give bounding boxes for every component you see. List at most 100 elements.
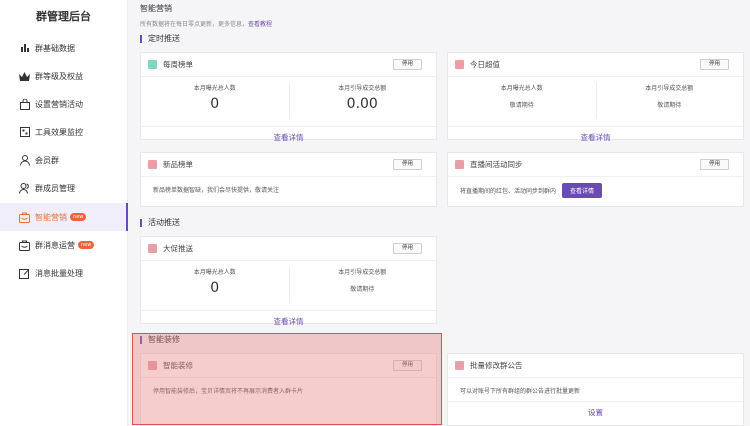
sidebar: 群管理后台 群基础数据 群等级及权益 设置营销活动 工具效果监控 会员群 群成员… bbox=[0, 0, 128, 426]
page-title: 智能营销 bbox=[140, 4, 172, 13]
sidebar-item-member-manage[interactable]: 群成员管理 bbox=[0, 174, 128, 202]
new-badge: new bbox=[70, 213, 87, 221]
card-title: 智能装修 bbox=[163, 361, 193, 370]
card-title: 批量修改群公告 bbox=[470, 361, 523, 370]
page-note-text: 所有数据将在每日零点更新，更多信息， bbox=[140, 21, 249, 28]
app-title: 群管理后台 bbox=[36, 10, 91, 23]
card-header: 今日超值 停用 bbox=[448, 53, 743, 77]
sidebar-item-batch-message[interactable]: 消息批量处理 bbox=[0, 259, 128, 287]
sidebar-item-basic-data[interactable]: 群基础数据 bbox=[0, 34, 128, 62]
card-weekly-ranking: 每周榜单 停用 本月曝光总人数 0 本月引导成交总额 0.00 查看详情 bbox=[140, 52, 437, 142]
card-title: 直播间活动同步 bbox=[470, 160, 523, 169]
main-content: 智能营销 所有数据将在每日零点更新，更多信息，查看教程 定时推送 每周榜单 停用… bbox=[128, 0, 750, 426]
sidebar-item-label: 群基础数据 bbox=[35, 43, 75, 53]
card-today-deals: 今日超值 停用 本月曝光总人数 敬请期待 本月引导成交总额 敬请期待 查看详情 bbox=[447, 52, 744, 142]
monitor-icon bbox=[19, 127, 30, 138]
card-title: 大促推送 bbox=[163, 244, 193, 253]
member-icon bbox=[19, 154, 30, 166]
stat-value: 敬请期待 bbox=[657, 102, 682, 109]
sidebar-item-label: 会员群 bbox=[35, 155, 59, 165]
sidebar-item-level[interactable]: 群等级及权益 bbox=[0, 62, 128, 90]
stat-label: 本月曝光总人数 bbox=[193, 85, 236, 92]
section-title-activity: 活动推送 bbox=[140, 219, 180, 227]
stat-label: 本月曝光总人数 bbox=[500, 85, 543, 92]
stat-value: 0 bbox=[210, 96, 220, 112]
stat-exposure: 本月曝光总人数 0 bbox=[141, 261, 289, 310]
card-header: 大促推送 停用 bbox=[141, 237, 436, 261]
stat-label: 本月引导成交总额 bbox=[645, 85, 694, 92]
sidebar-item-label: 设置营销活动 bbox=[35, 99, 83, 109]
stat-value: 敬请期待 bbox=[509, 102, 534, 109]
card-smart-decor: 智能装修 停用 停用智能装修后，宝贝详情页将不再展示消费者入群卡片 bbox=[140, 353, 437, 426]
stat-label: 本月引导成交总额 bbox=[338, 85, 387, 92]
stat-gmv: 本月引导成交总额 0.00 bbox=[288, 77, 437, 126]
card-description: 新品榜单数据智缺，我们会尽快提供，敬请关注 bbox=[153, 187, 280, 194]
stop-button[interactable]: 停用 bbox=[393, 243, 422, 254]
card-title: 今日超值 bbox=[470, 60, 500, 69]
settings-link[interactable]: 设置 bbox=[448, 402, 743, 424]
users-icon bbox=[19, 182, 30, 194]
stat-gmv: 本月引导成交总额 敬请期待 bbox=[288, 261, 437, 310]
view-details-link[interactable]: 查看详情 bbox=[448, 127, 743, 149]
stop-button[interactable]: 停用 bbox=[700, 159, 729, 170]
sidebar-item-label: 消息批量处理 bbox=[35, 268, 83, 278]
tutorial-link[interactable]: 查看教程 bbox=[248, 21, 272, 28]
card-title: 新品榜单 bbox=[163, 160, 193, 169]
card-title: 每周榜单 bbox=[163, 60, 193, 69]
sidebar-item-label: 群成员管理 bbox=[35, 183, 75, 193]
section-title-smart-decor: 智能装修 bbox=[140, 336, 180, 344]
message-icon bbox=[19, 240, 30, 251]
shopping-bag-icon bbox=[19, 98, 30, 110]
sidebar-item-label: 群等级及权益 bbox=[35, 71, 83, 81]
stop-button[interactable]: 停用 bbox=[393, 360, 422, 371]
card-live-sync: 直播间活动同步 停用 将直播期间的红包、活动同步到群内 查看详情 bbox=[447, 152, 744, 207]
stat-exposure: 本月曝光总人数 0 bbox=[141, 77, 289, 126]
stat-value: 0 bbox=[210, 280, 220, 296]
card-stats: 本月曝光总人数 敬请期待 本月引导成交总额 敬请期待 bbox=[448, 77, 743, 127]
card-color-dot bbox=[148, 361, 157, 370]
stat-exposure: 本月曝光总人数 敬请期待 bbox=[448, 77, 596, 126]
stat-value: 0.00 bbox=[346, 96, 378, 112]
card-big-promo: 大促推送 停用 本月曝光总人数 0 本月引导成交总额 敬请期待 查看详情 bbox=[140, 236, 437, 326]
stop-button[interactable]: 停用 bbox=[393, 159, 422, 170]
smart-marketing-icon bbox=[19, 212, 30, 223]
card-batch-announcement: 批量修改群公告 可以对账号下所有群组的群公告进行批量更新 设置 bbox=[447, 353, 744, 426]
card-description: 将直播期间的红包、活动同步到群内 bbox=[460, 188, 557, 195]
card-header: 新品榜单 停用 bbox=[141, 153, 436, 177]
card-color-dot bbox=[148, 60, 157, 69]
stop-button[interactable]: 停用 bbox=[700, 59, 729, 70]
new-badge: new bbox=[78, 241, 95, 249]
stat-label: 本月引导成交总额 bbox=[338, 269, 387, 276]
card-color-dot bbox=[455, 361, 464, 370]
sidebar-item-member-group[interactable]: 会员群 bbox=[0, 146, 128, 174]
card-description: 停用智能装修后，宝贝详情页将不再展示消费者入群卡片 bbox=[153, 388, 304, 395]
card-new-products: 新品榜单 停用 新品榜单数据智缺，我们会尽快提供，敬请关注 bbox=[140, 152, 437, 207]
card-header: 批量修改群公告 bbox=[448, 354, 743, 378]
view-details-link[interactable]: 查看详情 bbox=[141, 311, 436, 333]
sidebar-item-label: 工具效果监控 bbox=[35, 127, 83, 137]
card-color-dot bbox=[455, 60, 464, 69]
sidebar-item-tool-monitor[interactable]: 工具效果监控 bbox=[0, 118, 128, 146]
view-details-button[interactable]: 查看详情 bbox=[561, 183, 602, 198]
stat-gmv: 本月引导成交总额 敬请期待 bbox=[595, 77, 744, 126]
card-description: 可以对账号下所有群组的群公告进行批量更新 bbox=[448, 378, 743, 402]
card-color-dot bbox=[455, 160, 464, 169]
edit-icon bbox=[19, 268, 30, 279]
bar-chart-icon bbox=[19, 43, 30, 54]
card-color-dot bbox=[148, 244, 157, 253]
card-stats: 本月曝光总人数 0 本月引导成交总额 敬请期待 bbox=[141, 261, 436, 311]
stop-button[interactable]: 停用 bbox=[393, 59, 422, 70]
view-details-link[interactable]: 查看详情 bbox=[141, 127, 436, 149]
stat-value: 敬请期待 bbox=[350, 286, 375, 293]
sidebar-item-marketing-activity[interactable]: 设置营销活动 bbox=[0, 90, 128, 118]
crown-icon bbox=[19, 71, 30, 82]
sidebar-item-label: 智能营销 bbox=[35, 212, 67, 222]
page-note: 所有数据将在每日零点更新，更多信息，查看教程 bbox=[140, 19, 272, 28]
stat-label: 本月曝光总人数 bbox=[193, 269, 236, 276]
card-header: 直播间活动同步 停用 bbox=[448, 153, 743, 177]
section-title-scheduled: 定时推送 bbox=[140, 35, 180, 43]
card-header: 每周榜单 停用 bbox=[141, 53, 436, 77]
sidebar-item-smart-marketing[interactable]: 智能营销 new bbox=[0, 203, 128, 231]
sidebar-item-message-ops[interactable]: 群消息运营 new bbox=[0, 231, 128, 259]
card-description-row: 将直播期间的红包、活动同步到群内 查看详情 bbox=[448, 177, 743, 198]
